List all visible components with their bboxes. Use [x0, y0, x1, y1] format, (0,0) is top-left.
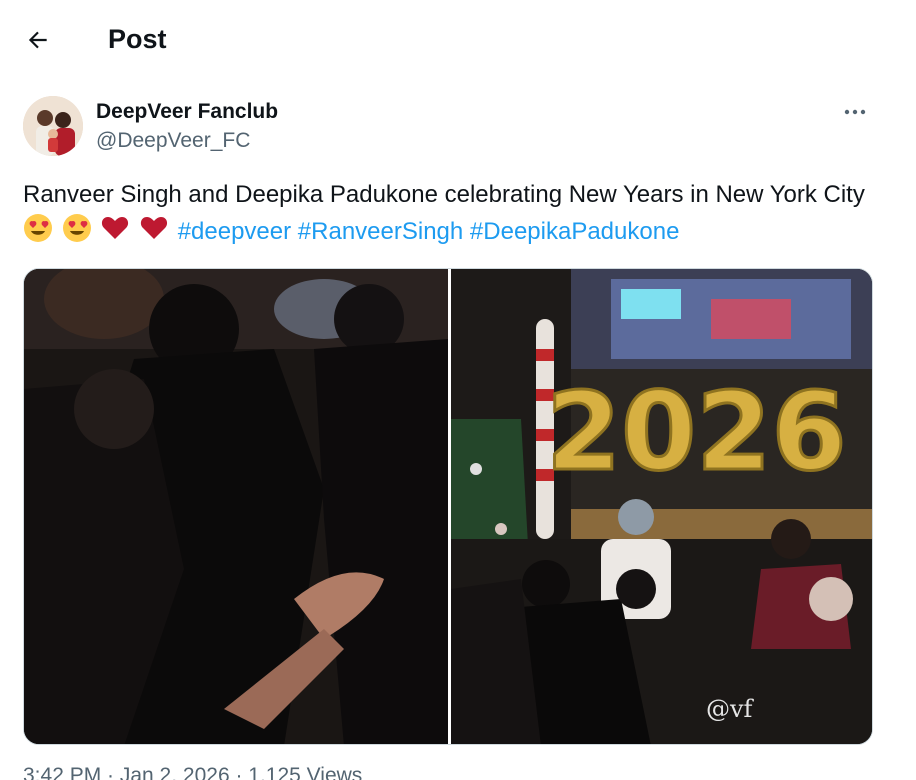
user-handle[interactable]: @DeepVeer_FC [96, 127, 250, 155]
balloon-number: 2026 [546, 370, 847, 495]
more-options-button[interactable] [839, 98, 871, 126]
heart-eyes-emoji-icon [62, 214, 91, 242]
avatar[interactable] [23, 96, 83, 156]
author-row: DeepVeer Fanclub @DeepVeer_FC [23, 96, 883, 158]
red-heart-emoji-icon [140, 217, 168, 239]
page-title: Post [108, 24, 167, 54]
arrow-left-icon [28, 31, 47, 49]
heart-eyes-emoji-icon [24, 214, 52, 242]
back-button[interactable] [20, 22, 56, 58]
tweet-body: Ranveer Singh and Deepika Padukone celeb… [23, 181, 865, 208]
display-name[interactable]: DeepVeer Fanclub [96, 98, 278, 126]
top-bar: Post [0, 0, 916, 78]
tweet-text: Ranveer Singh and Deepika Padukone celeb… [23, 177, 883, 254]
media-grid: 2026 @vf [23, 268, 873, 745]
balloons-2026-photo[interactable]: 2026 @vf [451, 269, 872, 744]
red-heart-emoji-icon [102, 217, 129, 239]
tweet-timestamp[interactable]: 3:42 PM · Jan 2, 2026 · 1,125 Views [23, 764, 362, 780]
hashtag-link[interactable]: #RanveerSingh [298, 218, 463, 245]
watermark: @vf [706, 695, 755, 723]
party-crowd-photo[interactable] [24, 269, 448, 744]
hashtag-link[interactable]: #deepveer [178, 218, 291, 245]
hashtag-link[interactable]: #DeepikaPadukone [470, 218, 680, 245]
more-horizontal-icon [844, 109, 866, 115]
emoji-group [23, 213, 171, 254]
